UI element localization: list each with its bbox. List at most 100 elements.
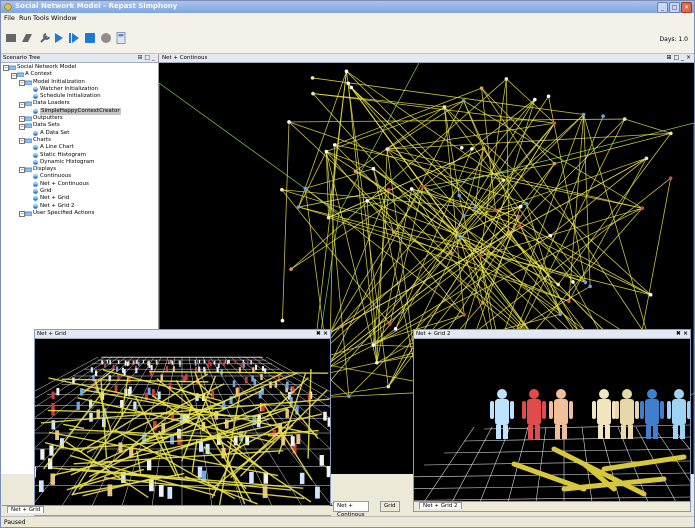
agent-node — [622, 117, 627, 121]
scenario-tree-controls[interactable]: ⊞ □ _ — [137, 54, 155, 62]
agent-body — [645, 399, 659, 425]
agent-node — [546, 94, 551, 99]
tree-item[interactable]: Static Histogram — [1, 152, 158, 159]
tree-item[interactable]: − User Specified Actions — [1, 210, 158, 218]
agent-figure — [238, 367, 241, 373]
agent-figure — [223, 361, 226, 366]
tree-item[interactable]: − Displays — [1, 166, 158, 174]
agent-figure — [106, 359, 109, 364]
grid-line — [414, 484, 690, 489]
agent-figure — [146, 459, 152, 471]
calc-icon[interactable] — [115, 32, 127, 44]
agent-figure — [234, 359, 236, 364]
agent-node — [461, 214, 466, 218]
maximize-button[interactable]: □ — [669, 2, 680, 13]
tree-item[interactable]: Continuous — [1, 173, 158, 180]
menu-window[interactable]: Window — [51, 14, 77, 22]
menu-file[interactable]: File — [4, 14, 15, 22]
menu-run[interactable]: Run — [19, 14, 31, 22]
step-icon[interactable] — [68, 32, 80, 44]
network-link — [355, 106, 445, 172]
net-grid2-close-icon[interactable]: ✖ × — [676, 330, 688, 338]
menu-tools[interactable]: Tools — [33, 14, 49, 22]
title-bar[interactable]: Social Network Model - Repast Simphony _… — [1, 1, 694, 13]
tab-grid[interactable]: Grid — [380, 501, 400, 512]
agent-figure — [255, 364, 258, 370]
agent-leg — [562, 425, 567, 439]
tree-item[interactable]: Schedule Initialization — [1, 93, 158, 100]
agent-node — [344, 69, 349, 74]
agent-figure — [232, 380, 236, 388]
agent-figure — [261, 366, 265, 372]
agent-node — [280, 318, 285, 323]
tree-item[interactable]: − A Context — [1, 71, 158, 79]
agent-figure — [126, 361, 129, 367]
tree-item-label: A Data Set — [40, 129, 70, 136]
agent-figure — [194, 359, 196, 364]
agent-node — [280, 187, 284, 192]
agent-leg — [646, 425, 651, 439]
agent-node — [506, 229, 511, 234]
tree-item[interactable]: − Charts — [1, 137, 158, 145]
agent-figure — [142, 359, 145, 364]
net-grid-canvas[interactable] — [35, 339, 330, 506]
agent-figure — [251, 375, 254, 382]
stop-icon[interactable] — [84, 32, 96, 44]
leaf-node-icon — [33, 181, 38, 187]
tree-item[interactable]: Net + Grid — [1, 195, 158, 202]
tree-item[interactable]: Watcher Initialization — [1, 86, 158, 93]
agent-leg — [535, 425, 540, 439]
net-grid2-canvas[interactable] — [414, 339, 690, 502]
wrench-icon[interactable] — [39, 32, 51, 44]
agent-node — [371, 343, 376, 347]
agent-head — [556, 389, 566, 399]
agent-leg — [598, 425, 603, 439]
agent-node — [442, 105, 447, 109]
agent-figure — [35, 466, 37, 478]
agent-node — [461, 98, 466, 103]
net-grid-window[interactable]: Net + Grid ✖ × Net + Grid — [2, 329, 334, 516]
net-grid-tab[interactable]: Net + Grid — [7, 506, 45, 513]
reset-icon[interactable] — [21, 32, 33, 44]
tree-item[interactable]: A Data Set — [1, 130, 158, 137]
net-grid-close-icon[interactable]: ✖ × — [316, 330, 328, 338]
tree-item-label: Static Histogram — [40, 151, 87, 158]
net-grid2-window[interactable]: Net + Grid 2 ✖ × Net + Grid 2 — [413, 329, 691, 512]
tree-item[interactable]: − Social Network Model — [1, 64, 158, 72]
agent-head — [529, 389, 539, 399]
main-display-controls[interactable]: ⊞ □ _ × — [667, 54, 691, 62]
agent-node — [421, 184, 425, 189]
agent-node — [375, 360, 379, 365]
tab-net-continuous[interactable]: Net + Continous — [333, 501, 369, 518]
record-icon[interactable] — [100, 32, 112, 44]
agent-node — [581, 112, 586, 117]
agent-figure — [198, 359, 201, 364]
tree-item[interactable]: A Line Chart — [1, 144, 158, 151]
tree-item[interactable]: − Data Loaders — [1, 100, 158, 108]
tree-item-label: Grid — [40, 188, 52, 195]
agent-node — [583, 280, 588, 285]
tree-item[interactable]: − Model Initialization — [1, 79, 158, 86]
tree-item[interactable]: SimpleHappyContextCreator — [1, 107, 158, 116]
tree-item[interactable]: − Data Sets — [1, 122, 158, 130]
tree-item[interactable]: − Outputters — [1, 115, 158, 123]
tree-item[interactable]: Grid — [1, 188, 158, 195]
days-label: Days: 1.0 — [659, 36, 688, 43]
folder-icon — [25, 80, 32, 85]
leaf-node-icon — [33, 145, 38, 151]
repast-app-icon — [4, 3, 12, 11]
tree-item[interactable]: Dynamic Histogram — [1, 159, 158, 166]
agent-body — [620, 399, 634, 425]
init-icon[interactable] — [5, 32, 17, 44]
tree-item[interactable]: Net + Continuous — [1, 181, 158, 188]
agent-figure — [203, 359, 205, 364]
play-icon[interactable] — [53, 32, 65, 44]
agent-node — [478, 254, 482, 258]
tree-item[interactable]: Net + Grid 2 — [1, 203, 158, 210]
agent-node — [386, 384, 391, 389]
agent-figure — [203, 366, 206, 373]
minimize-button[interactable]: _ — [657, 2, 668, 13]
agent-figure — [137, 361, 140, 366]
net-grid2-tab[interactable]: Net + Grid 2 — [419, 502, 462, 509]
close-button[interactable]: ✕ — [681, 2, 692, 13]
